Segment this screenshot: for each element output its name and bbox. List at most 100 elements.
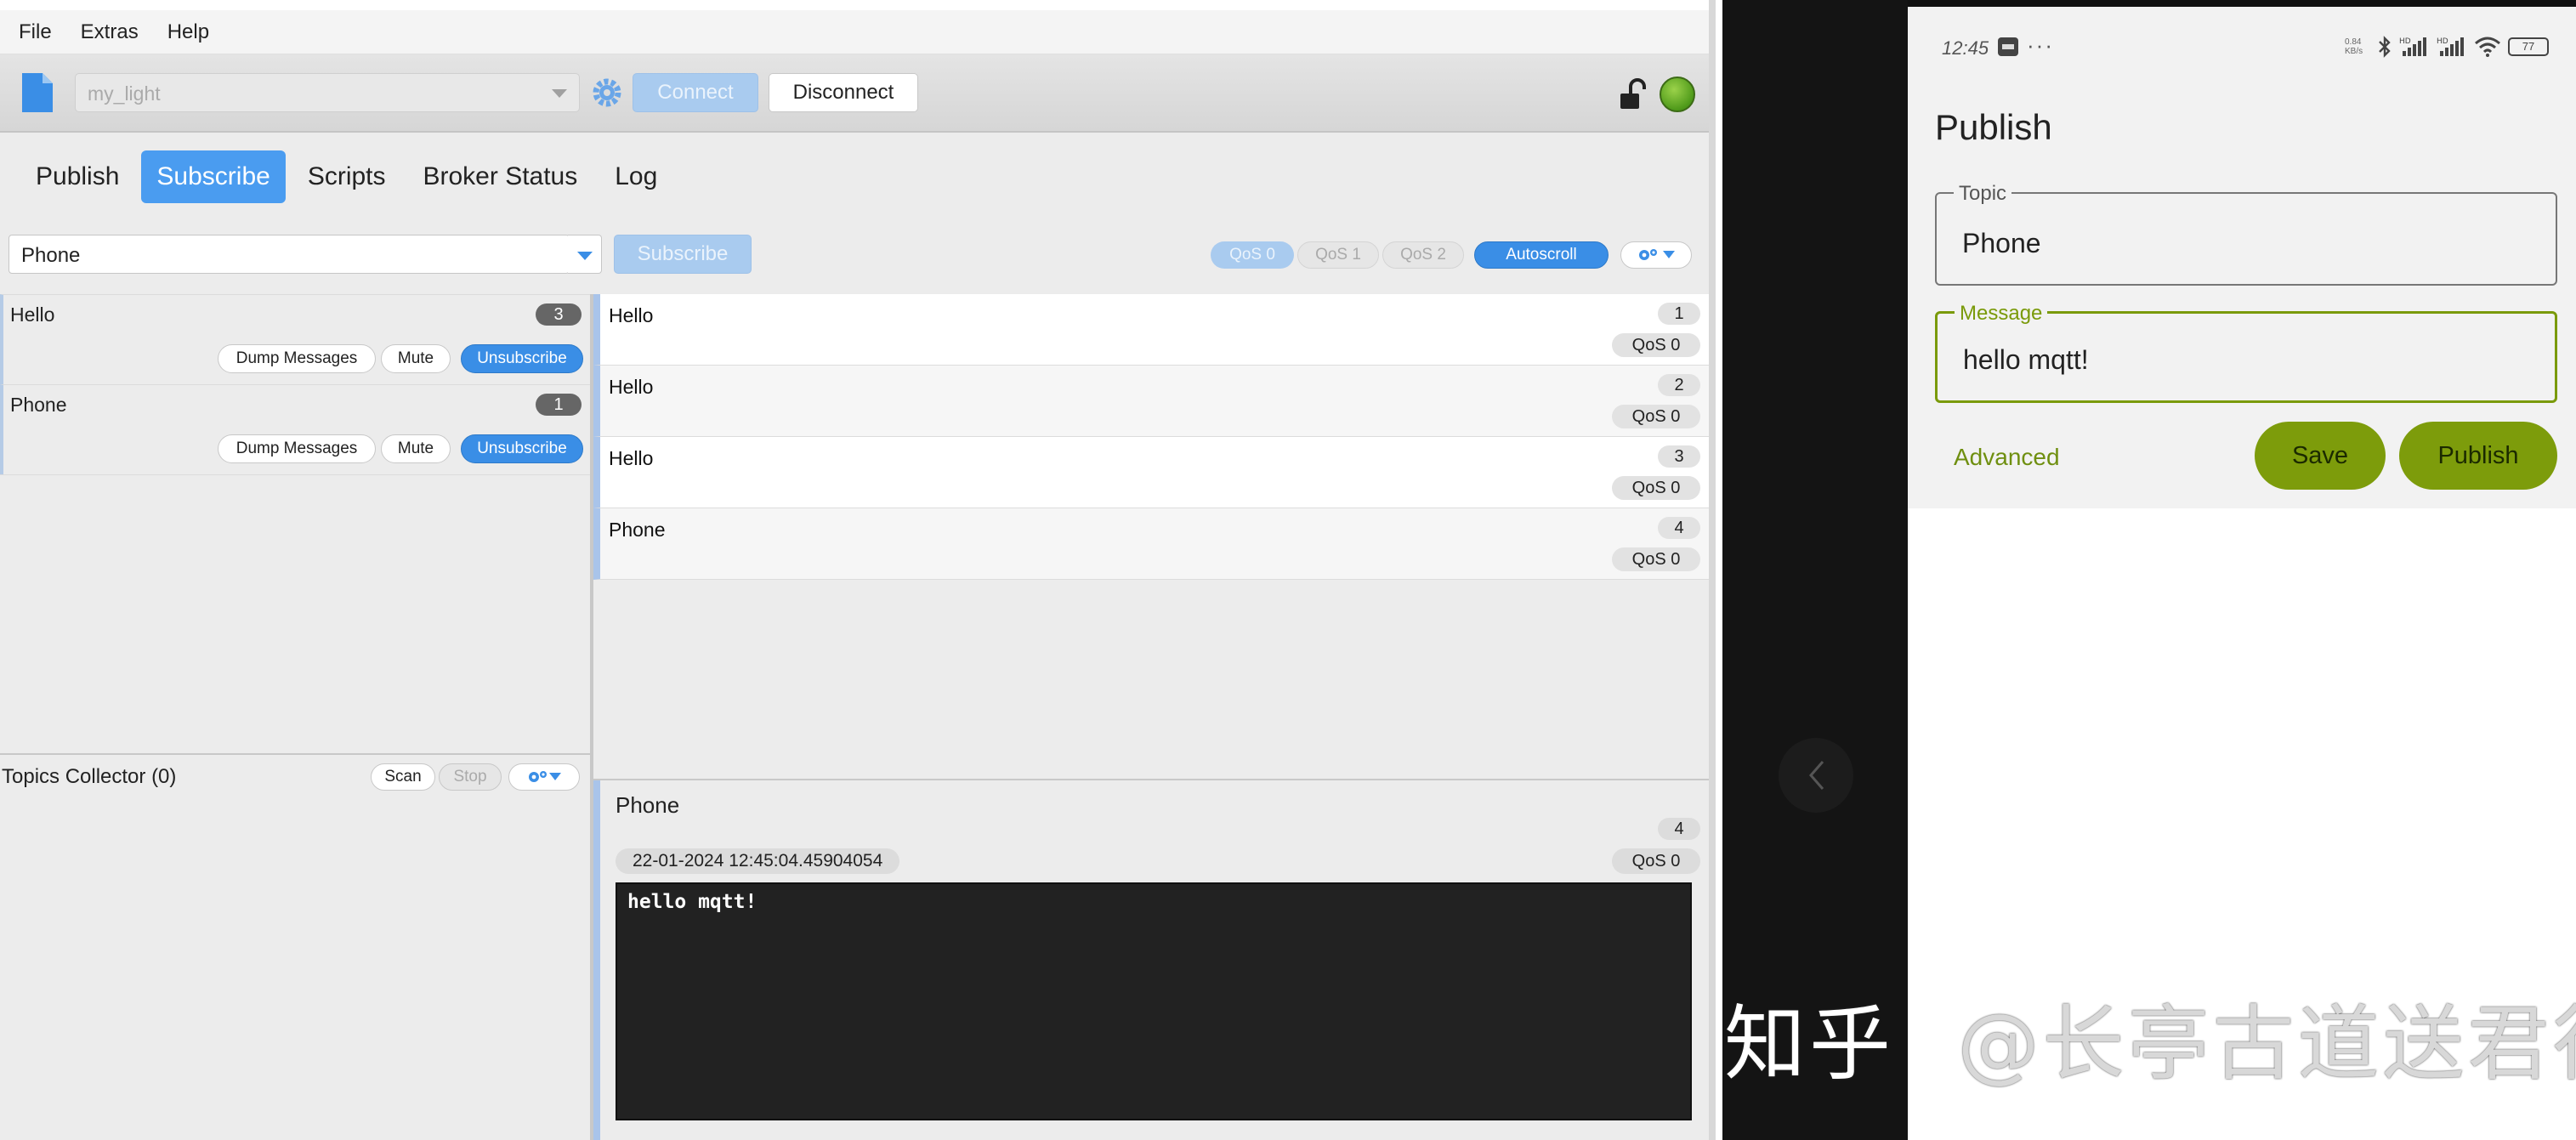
wifi-icon [2475, 37, 2500, 57]
status-icons: 0.84 KB/s HD HD 77 [2345, 36, 2549, 58]
svg-text:HD: HD [2399, 37, 2411, 46]
gear-icon[interactable] [590, 75, 624, 111]
chevron-down-icon [549, 773, 561, 780]
detail-number-badge: 4 [1658, 818, 1700, 840]
detail-qos-badge: QoS 0 [1612, 848, 1700, 874]
unlock-icon [1620, 78, 1646, 109]
detail-timestamp: 22-01-2024 12:45:04.45904054 [616, 848, 900, 874]
notification-icon [1998, 37, 2018, 56]
message-field-label: Message [1955, 302, 2048, 326]
signal-hd-icon: HD [2399, 37, 2426, 56]
autoscroll-toggle[interactable]: Autoscroll [1474, 241, 1609, 269]
svg-text:HD: HD [2437, 37, 2448, 46]
message-count-badge: 1 [536, 394, 582, 416]
chevron-left-icon [1809, 761, 1824, 790]
message-topic: Hello [609, 447, 654, 469]
message-qos-badge: QoS 0 [1612, 547, 1700, 571]
connection-status-led [1660, 77, 1695, 112]
subscription-item[interactable]: Phone 1 Dump Messages Mute Unsubscribe [0, 384, 590, 474]
options-menu-button[interactable] [1620, 241, 1692, 269]
message-row[interactable]: Hello 2 QoS 0 [593, 366, 1709, 437]
tab-publish[interactable]: Publish [20, 150, 134, 203]
tab-subscribe[interactable]: Subscribe [141, 150, 286, 203]
unsubscribe-button[interactable]: Unsubscribe [461, 434, 583, 463]
status-time: 12:45 [1942, 37, 1989, 59]
dump-messages-button[interactable]: Dump Messages [218, 344, 376, 373]
message-topic: Phone [609, 519, 666, 541]
message-number-badge: 1 [1658, 303, 1700, 325]
message-list: Hello 1 QoS 0 Hello 2 QoS 0 Hello 3 QoS … [593, 294, 1709, 580]
qos2-toggle[interactable]: QoS 2 [1382, 241, 1464, 269]
message-count-badge: 3 [536, 303, 582, 326]
profile-value: my_light [88, 82, 161, 105]
message-number-badge: 3 [1658, 445, 1700, 468]
chevron-down-icon [552, 89, 567, 98]
watermark-handle: @长亭古道送君行 [1957, 996, 2576, 1092]
mqtt-client-window: File Extras Help my_light Connect Discon… [0, 0, 1716, 1140]
qos0-toggle[interactable]: QoS 0 [1211, 241, 1294, 269]
message-qos-badge: QoS 0 [1612, 333, 1700, 357]
mute-button[interactable]: Mute [381, 434, 451, 463]
message-qos-badge: QoS 0 [1612, 476, 1700, 500]
menu-help[interactable]: Help [167, 20, 209, 44]
topic-field-value: Phone [1962, 228, 2041, 258]
subscriptions-list: Hello 3 Dump Messages Mute Unsubscribe P… [0, 294, 590, 475]
main-tabs: Publish Subscribe Scripts Broker Status … [0, 133, 1709, 221]
tab-broker-status[interactable]: Broker Status [408, 150, 593, 203]
horizontal-splitter[interactable] [0, 753, 590, 755]
qos1-toggle[interactable]: QoS 1 [1297, 241, 1379, 269]
unsubscribe-button[interactable]: Unsubscribe [461, 344, 583, 373]
mute-button[interactable]: Mute [381, 344, 451, 373]
window-top-strip [0, 0, 1709, 10]
disconnect-button[interactable]: Disconnect [769, 73, 918, 112]
message-field[interactable]: Message hello mqtt! [1935, 302, 2557, 403]
connection-toolbar: my_light Connect Disconnect [0, 54, 1709, 133]
menu-bar: File Extras Help [0, 10, 1709, 54]
payload-viewer[interactable]: hello mqtt! [616, 882, 1692, 1120]
connect-button[interactable]: Connect [633, 73, 758, 112]
screen: File Extras Help my_light Connect Discon… [0, 0, 2576, 1140]
watermark: 知乎 @长亭古道送君行 [1724, 978, 2576, 1096]
topic-field-label: Topic [1954, 182, 2012, 206]
battery-icon: 77 [2508, 37, 2549, 56]
topics-collector-title: Topics Collector (0) [2, 765, 177, 788]
collector-options-button[interactable] [508, 763, 580, 791]
tab-scripts[interactable]: Scripts [292, 150, 401, 203]
message-row[interactable]: Hello 3 QoS 0 [593, 437, 1709, 508]
advanced-link[interactable]: Advanced [1954, 444, 2060, 471]
menu-extras[interactable]: Extras [81, 20, 139, 44]
menu-file[interactable]: File [19, 20, 52, 44]
profile-select[interactable]: my_light [75, 73, 580, 112]
dump-messages-button[interactable]: Dump Messages [218, 434, 376, 463]
message-field-value: hello mqtt! [1963, 344, 2089, 375]
subscription-topic: Hello [10, 303, 55, 326]
subscribe-topic-input[interactable]: Phone [9, 235, 570, 274]
divider [0, 474, 590, 475]
detail-topic: Phone [616, 792, 680, 818]
topic-field[interactable]: Topic Phone [1935, 182, 2557, 286]
phone-top-edge [1908, 0, 2576, 7]
tab-log[interactable]: Log [599, 150, 672, 203]
document-icon[interactable] [20, 71, 54, 114]
scan-button[interactable]: Scan [371, 763, 435, 791]
message-detail-panel: Phone 4 22-01-2024 12:45:04.45904054 QoS… [593, 780, 1709, 1140]
save-button[interactable]: Save [2255, 422, 2386, 490]
gears-icon [529, 771, 547, 782]
chevron-down-icon [1663, 251, 1675, 258]
phone-screen: 12:45 ··· 0.84 KB/s HD HD 77 Publish Top… [1908, 0, 2576, 1140]
subscribe-button[interactable]: Subscribe [614, 235, 752, 274]
back-button[interactable] [1779, 738, 1853, 813]
topic-history-dropdown[interactable] [568, 235, 602, 274]
message-row[interactable]: Phone 4 QoS 0 [593, 508, 1709, 580]
message-topic: Hello [609, 376, 654, 398]
stop-button[interactable]: Stop [439, 763, 502, 791]
watermark-site: 知乎 [1724, 996, 1894, 1092]
signal-hd-icon: HD [2437, 37, 2464, 56]
page-title: Publish [1935, 107, 2052, 147]
subscription-topic: Phone [10, 394, 67, 416]
publish-button[interactable]: Publish [2399, 422, 2557, 490]
message-row[interactable]: Hello 1 QoS 0 [593, 294, 1709, 366]
message-number-badge: 4 [1658, 517, 1700, 539]
bluetooth-icon [2379, 36, 2391, 58]
subscription-item[interactable]: Hello 3 Dump Messages Mute Unsubscribe [0, 294, 590, 384]
